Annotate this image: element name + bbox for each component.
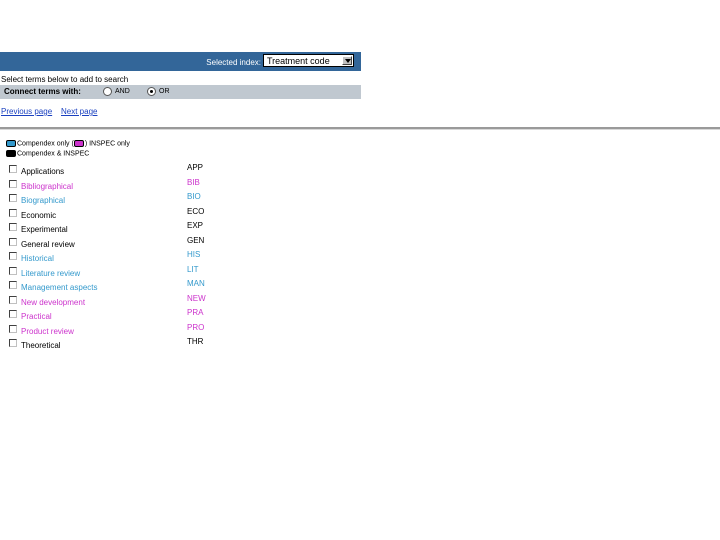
term-label: Practical — [21, 312, 52, 321]
term-checkbox[interactable] — [9, 194, 17, 202]
term-label: General review — [21, 239, 75, 249]
selected-index-label: Selected index: — [206, 58, 261, 67]
legend-compendex-only: Compendex only ( — [17, 140, 74, 148]
term-label: Literature review — [21, 268, 81, 278]
previous-page-link[interactable]: Previous page — [1, 107, 52, 116]
compendex-swatch-icon — [6, 140, 16, 147]
section-divider — [0, 127, 720, 130]
term-label: Applications — [21, 167, 65, 176]
term-code: BIO — [187, 192, 201, 201]
term-label: Product review — [21, 326, 74, 336]
index-header-bar: Selected index: Treatment code — [0, 52, 361, 71]
legend-both: Compendex & INSPEC — [17, 150, 90, 158]
term-code: GEN — [187, 235, 205, 245]
legend-database-only: Compendex only ( ) INSPEC only — [6, 140, 130, 147]
term-label: Management aspects — [21, 283, 98, 292]
term-code: NEW — [187, 293, 206, 303]
inspec-swatch-icon — [73, 140, 84, 147]
term-label: Historical — [21, 254, 54, 263]
term-code: ECO — [187, 206, 205, 216]
both-swatch-icon — [6, 150, 16, 157]
term-checkbox[interactable] — [9, 339, 17, 347]
term-checkbox[interactable] — [9, 310, 17, 318]
term-label: Biographical — [21, 196, 66, 205]
term-label: Economic — [21, 210, 57, 220]
term-checkbox[interactable] — [9, 165, 17, 173]
term-code: HIS — [187, 250, 201, 259]
term-checkbox[interactable] — [9, 237, 17, 246]
term-checkbox[interactable] — [9, 252, 17, 260]
term-code: BIB — [187, 177, 200, 187]
term-checkbox[interactable] — [9, 324, 17, 333]
radio-and-label: AND — [115, 88, 130, 95]
term-code: MAN — [187, 279, 205, 288]
term-label: Bibliographical — [21, 181, 74, 191]
term-code: EXP — [187, 221, 204, 230]
term-label: Experimental — [21, 225, 68, 234]
term-code: PRO — [187, 322, 205, 332]
term-code: PRA — [187, 308, 204, 317]
radio-and[interactable] — [103, 87, 112, 96]
selected-index-value: Treatment code — [267, 56, 330, 66]
term-label: New development — [21, 297, 86, 307]
connect-terms-bar: Connect terms with: AND OR — [0, 85, 361, 99]
term-checkbox[interactable] — [9, 179, 17, 188]
term-code: APP — [187, 163, 204, 172]
term-checkbox[interactable] — [9, 266, 17, 275]
term-checkbox[interactable] — [9, 223, 17, 231]
selected-index-dropdown[interactable]: Treatment code — [263, 54, 354, 67]
term-checkbox[interactable] — [9, 295, 17, 304]
term-checkbox[interactable] — [9, 208, 17, 217]
legend-both-databases: Compendex & INSPEC — [6, 150, 89, 157]
term-checkbox[interactable] — [9, 281, 17, 289]
dropdown-arrow-icon[interactable] — [342, 56, 352, 65]
term-code: LIT — [187, 264, 199, 274]
next-page-link[interactable]: Next page — [61, 107, 97, 116]
term-code: THR — [187, 337, 204, 346]
radio-or[interactable] — [147, 87, 156, 96]
term-label: Theoretical — [21, 341, 61, 350]
legend-inspec-only: ) INSPEC only — [84, 140, 130, 148]
radio-or-label: OR — [159, 88, 170, 95]
instructions-text: Select terms below to add to search — [1, 75, 129, 84]
connect-terms-label: Connect terms with: — [4, 87, 81, 96]
